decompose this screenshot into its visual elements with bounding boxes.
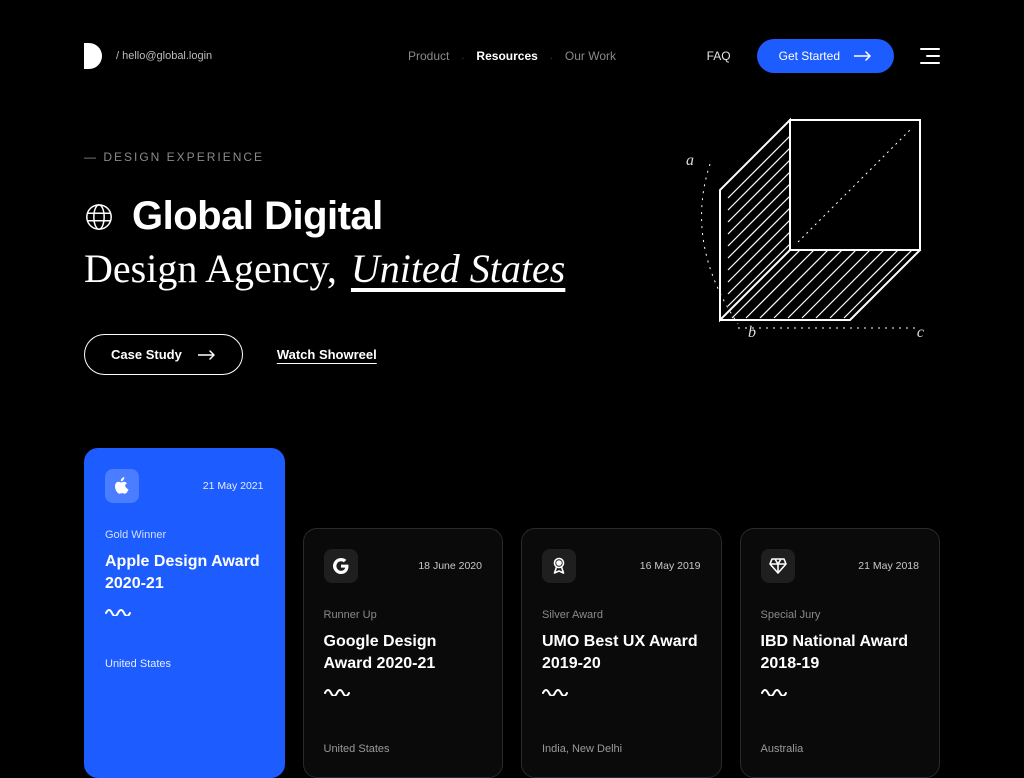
nav-link-our-work[interactable]: Our Work [563,49,618,63]
globe-icon [84,202,114,232]
award-title: Apple Design Award 2020-21 [105,551,264,594]
case-study-button[interactable]: Case Study [84,334,243,375]
award-title: Google Design Award 2020-21 [324,631,483,674]
award-location: Australia [761,743,920,755]
logo-icon [84,43,102,69]
case-study-label: Case Study [111,347,182,362]
award-location: United States [105,658,264,670]
squiggle-icon [542,688,701,696]
award-tag: Silver Award [542,609,701,621]
cube-illustration: a b c [680,104,940,344]
get-started-button[interactable]: Get Started [757,39,894,73]
award-location: India, New Delhi [542,743,701,755]
award-tag: Special Jury [761,609,920,621]
arrow-right-icon [198,350,216,360]
award-date: 18 June 2020 [418,560,482,572]
squiggle-icon [105,608,264,616]
google-icon [324,549,358,583]
hero-title-serif-b: United States [351,245,565,292]
award-tag: Runner Up [324,609,483,621]
award-card[interactable]: 16 May 2019 Silver Award UMO Best UX Awa… [521,528,722,778]
watch-showreel-link[interactable]: Watch Showreel [277,347,377,362]
award-card[interactable]: 18 June 2020 Runner Up Google Design Awa… [303,528,504,778]
nav-separator: . [544,50,559,62]
award-location: United States [324,743,483,755]
nav-right-group: FAQ Get Started [707,39,940,73]
nav-link-resources[interactable]: Resources [474,49,539,63]
nav-separator: . [455,50,470,62]
arrow-right-icon [854,51,872,61]
award-date: 16 May 2019 [640,560,701,572]
get-started-label: Get Started [779,49,840,63]
menu-icon[interactable] [920,48,940,64]
top-nav: / hello@global.login Product . Resources… [0,0,1024,80]
apple-icon [105,469,139,503]
award-title: IBD National Award 2018-19 [761,631,920,674]
squiggle-icon [761,688,920,696]
cube-label-a: a [686,152,694,170]
award-card[interactable]: 21 May 2018 Special Jury IBD National Aw… [740,528,941,778]
award-date: 21 May 2018 [858,560,919,572]
squiggle-icon [324,688,483,696]
hero-title-bold: Global Digital [132,194,383,239]
hero-title-serif-a: Design Agency, [84,245,337,292]
logo-group: / hello@global.login [84,43,212,69]
award-title: UMO Best UX Award 2019-20 [542,631,701,674]
contact-email[interactable]: / hello@global.login [116,50,212,62]
medal-icon [542,549,576,583]
cube-label-b: b [748,324,756,342]
hero-section: — DESIGN EXPERIENCE Global Digital Desig… [0,80,1024,375]
awards-row: 21 May 2021 Gold Winner Apple Design Awa… [84,448,940,778]
award-card[interactable]: 21 May 2021 Gold Winner Apple Design Awa… [84,448,285,778]
cube-label-c: c [917,324,924,342]
faq-link[interactable]: FAQ [707,49,731,63]
award-tag: Gold Winner [105,529,264,541]
award-date: 21 May 2021 [203,480,264,492]
diamond-icon [761,549,795,583]
nav-link-product[interactable]: Product [406,49,451,63]
primary-nav: Product . Resources . Our Work [406,49,618,63]
